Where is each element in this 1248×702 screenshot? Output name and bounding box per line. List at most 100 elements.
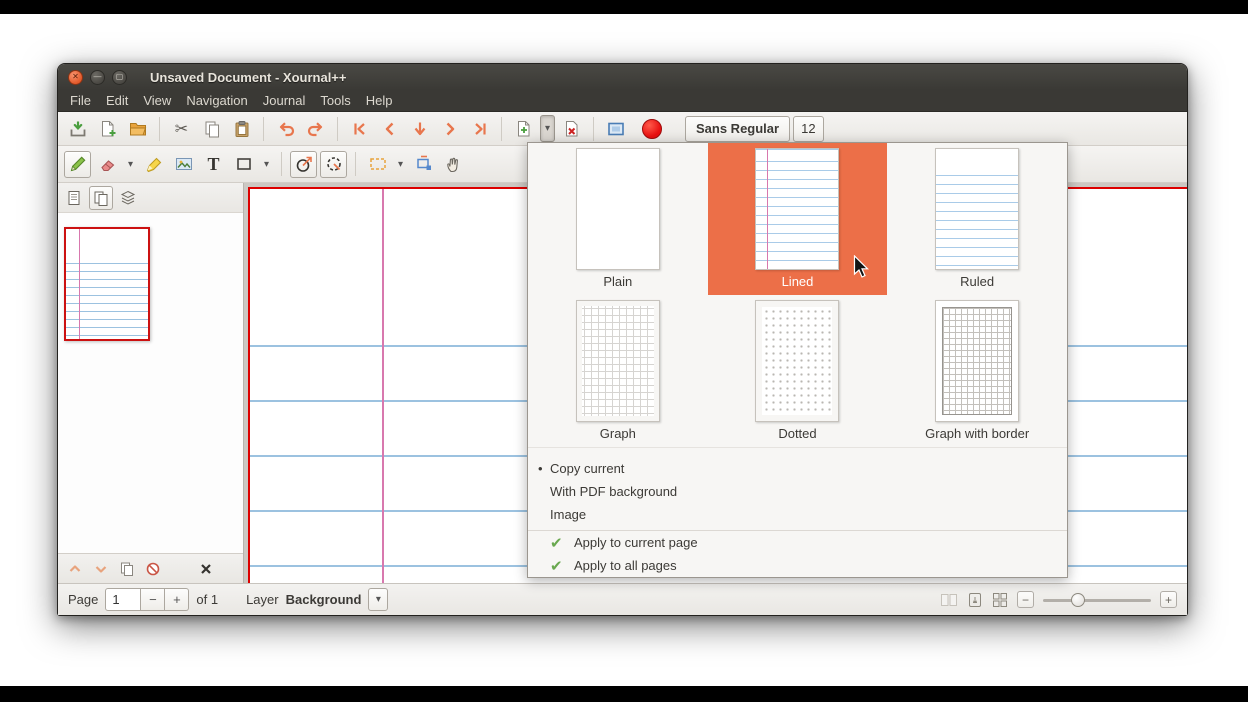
template-dotted[interactable]: Dotted <box>708 295 888 447</box>
zoom-in-button[interactable]: + <box>1160 591 1177 608</box>
menu-navigation[interactable]: Navigation <box>186 93 247 108</box>
titlebar: ✕ — ▢ Unsaved Document - Xournal++ <box>58 64 1187 90</box>
menu-tools[interactable]: Tools <box>320 93 350 108</box>
page-label: Page <box>68 592 98 607</box>
menu-view[interactable]: View <box>143 93 171 108</box>
vertical-space-button[interactable] <box>410 151 437 178</box>
page-thumbnail-panel[interactable] <box>58 213 243 553</box>
maximize-window-button[interactable]: ▢ <box>112 70 127 85</box>
page-template-popup: Plain Lined Ruled Graph Dotted Graph wit… <box>527 142 1068 578</box>
save-button[interactable] <box>64 115 91 142</box>
highlighter-icon <box>144 154 164 174</box>
template-plain-label: Plain <box>603 273 632 291</box>
sidebar-tab-layers[interactable] <box>116 186 140 210</box>
close-sidebar-button[interactable] <box>195 558 217 580</box>
text-tool-icon: T <box>207 154 219 175</box>
open-button[interactable] <box>124 115 151 142</box>
delete-page-sidebar-button[interactable] <box>142 558 164 580</box>
shape-tool-button[interactable] <box>230 151 257 178</box>
zoom-out-button[interactable]: − <box>1017 591 1034 608</box>
screen-icon <box>606 119 626 139</box>
last-page-button[interactable] <box>466 115 493 142</box>
toolbar-separator <box>593 117 594 141</box>
option-copy-current[interactable]: • Copy current <box>528 457 1067 480</box>
minimize-window-button[interactable]: — <box>90 70 105 85</box>
sidebar-tab-pages[interactable] <box>89 186 113 210</box>
toolbar-separator <box>263 117 264 141</box>
template-graph-border-preview <box>935 300 1019 422</box>
background-options: • Copy current With PDF background Image <box>528 447 1067 526</box>
eraser-tool-button[interactable] <box>94 151 121 178</box>
page-margin-line <box>382 189 384 583</box>
font-name-button[interactable]: Sans Regular <box>685 116 790 142</box>
paste-icon <box>232 119 252 139</box>
new-document-icon <box>98 119 118 139</box>
new-page-button[interactable] <box>510 115 537 142</box>
template-graph[interactable]: Graph <box>528 295 708 447</box>
fit-page-button[interactable] <box>967 592 983 608</box>
apply-current-page[interactable]: ✔ Apply to current page <box>528 531 1067 554</box>
copy-button[interactable] <box>198 115 225 142</box>
toolbar-separator <box>159 117 160 141</box>
page-1-thumbnail[interactable] <box>64 227 150 341</box>
fit-width-button[interactable] <box>992 592 1008 608</box>
template-dotted-preview <box>755 300 839 422</box>
delete-page-button[interactable] <box>558 115 585 142</box>
duplicate-page-button[interactable] <box>116 558 138 580</box>
presentation-mode-button[interactable] <box>602 115 629 142</box>
eraser-icon <box>98 154 118 174</box>
two-page-view-button[interactable] <box>940 592 958 608</box>
apply-all-pages[interactable]: ✔ Apply to all pages <box>528 554 1067 577</box>
page-template-dropdown-button[interactable]: ▾ <box>540 115 555 142</box>
highlighter-tool-button[interactable] <box>140 151 167 178</box>
menu-file[interactable]: File <box>70 93 91 108</box>
shape-options-dropdown[interactable]: ▾ <box>260 151 273 178</box>
record-audio-button[interactable] <box>642 119 662 139</box>
zoom-slider[interactable] <box>1043 592 1151 608</box>
template-plain[interactable]: Plain <box>528 143 708 295</box>
zoom-slider-thumb[interactable] <box>1071 593 1085 607</box>
previous-page-button[interactable] <box>376 115 403 142</box>
undo-button[interactable] <box>272 115 299 142</box>
snapping-button[interactable] <box>320 151 347 178</box>
pen-icon <box>68 154 88 174</box>
shape-recognizer-button[interactable] <box>290 151 317 178</box>
font-size-spinner[interactable]: 12 <box>793 116 823 142</box>
menu-edit[interactable]: Edit <box>106 93 128 108</box>
cut-button[interactable]: ✂ <box>168 115 195 142</box>
pen-tool-button[interactable] <box>64 151 91 178</box>
page-number-input[interactable] <box>105 588 141 611</box>
close-window-button[interactable]: ✕ <box>68 70 83 85</box>
eraser-options-dropdown[interactable]: ▾ <box>124 151 137 178</box>
next-page-button[interactable] <box>436 115 463 142</box>
minimize-icon: — <box>94 73 102 81</box>
menu-help[interactable]: Help <box>366 93 393 108</box>
arrow-down-icon <box>410 119 430 139</box>
move-page-up-button[interactable] <box>64 558 86 580</box>
zoom-in-icon: + <box>1165 594 1172 606</box>
layer-dropdown-button[interactable]: ▾ <box>368 588 388 611</box>
checkmark-icon: ✔ <box>550 557 565 575</box>
redo-button[interactable] <box>302 115 329 142</box>
new-document-button[interactable] <box>94 115 121 142</box>
sidebar-tab-contents[interactable] <box>62 186 86 210</box>
text-tool-button[interactable]: T <box>200 151 227 178</box>
paste-button[interactable] <box>228 115 255 142</box>
move-page-down-button[interactable] <box>90 558 112 580</box>
page-decrement-button[interactable]: − <box>141 588 165 611</box>
menu-journal[interactable]: Journal <box>263 93 306 108</box>
hand-tool-button[interactable] <box>440 151 467 178</box>
page-down-button[interactable] <box>406 115 433 142</box>
template-graph-border[interactable]: Graph with border <box>887 295 1067 447</box>
first-page-button[interactable] <box>346 115 373 142</box>
select-options-dropdown[interactable]: ▾ <box>394 151 407 178</box>
option-image[interactable]: Image <box>528 503 1067 526</box>
page-increment-button[interactable]: + <box>165 588 189 611</box>
template-ruled[interactable]: Ruled <box>887 143 1067 295</box>
delete-page-icon <box>562 119 582 139</box>
option-pdf-background[interactable]: With PDF background <box>528 480 1067 503</box>
select-region-button[interactable] <box>364 151 391 178</box>
insert-image-button[interactable] <box>170 151 197 178</box>
toolbar-separator <box>501 117 502 141</box>
chevron-down-icon: ▾ <box>261 159 272 170</box>
